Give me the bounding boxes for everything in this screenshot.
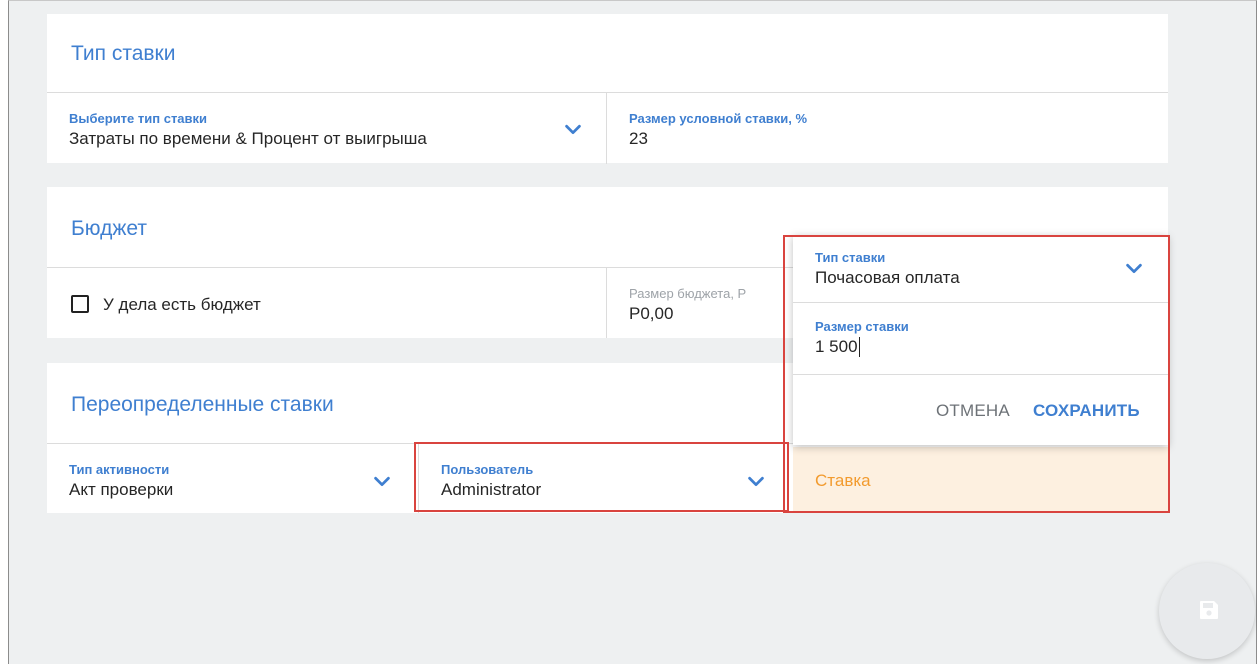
rate-type-select-label: Выберите тип ставки <box>69 111 208 126</box>
override-rates-title: Переопределенные ставки <box>71 393 334 416</box>
budget-title: Бюджет <box>71 217 147 240</box>
activity-type-value: Акт проверки <box>69 480 174 499</box>
budget-checkbox[interactable] <box>71 295 89 313</box>
budget-checkbox-label[interactable]: У дела есть бюджет <box>103 295 261 315</box>
chevron-down-icon[interactable] <box>562 118 584 140</box>
user-select-highlight <box>414 442 789 512</box>
budget-amount-value: Р0,00 <box>629 304 674 323</box>
floppy-disk-icon <box>1200 601 1218 619</box>
save-fab-button[interactable] <box>1159 563 1255 659</box>
rate-type-select[interactable]: Выберите тип ставки Затраты по времени &… <box>47 93 607 164</box>
app-frame: Тип ставки Выберите тип ставки Затраты п… <box>8 0 1257 664</box>
conditional-rate-label: Размер условной ставки, % <box>629 111 808 126</box>
rate-editor-highlight <box>783 235 1170 513</box>
chevron-down-icon[interactable] <box>371 470 393 492</box>
budget-checkbox-cell: У дела есть бюджет <box>47 268 607 338</box>
rate-type-row: Выберите тип ставки Затраты по времени &… <box>47 92 1168 164</box>
rate-type-select-value: Затраты по времени & Процент от выигрыша <box>69 129 427 148</box>
rate-type-title: Тип ставки <box>71 42 176 65</box>
budget-amount-label: Размер бюджета, Р <box>629 286 747 301</box>
activity-type-label: Тип активности <box>69 462 170 477</box>
activity-type-select[interactable]: Тип активности Акт проверки <box>47 444 419 513</box>
conditional-rate-field[interactable]: Размер условной ставки, % 23 <box>607 93 1168 164</box>
conditional-rate-value: 23 <box>629 129 648 148</box>
rate-type-card: Тип ставки Выберите тип ставки Затраты п… <box>47 14 1168 164</box>
